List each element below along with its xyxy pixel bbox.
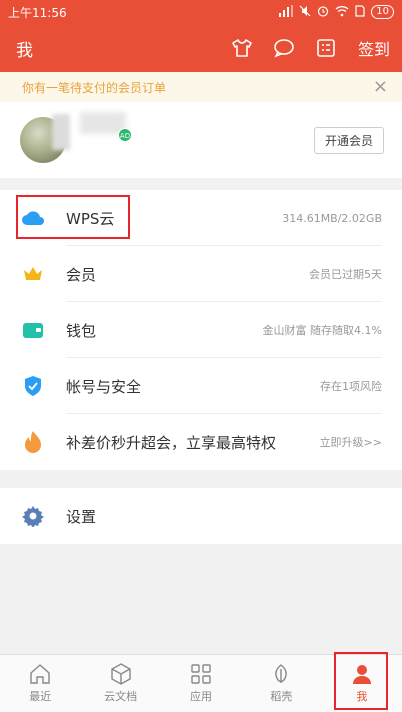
- upgrade-link[interactable]: 立即升级>>: [320, 434, 382, 450]
- leaf-icon: [270, 663, 292, 685]
- pending-order-notice[interactable]: 你有一笔待支付的会员订单 ×: [0, 72, 402, 102]
- notice-text[interactable]: 你有一笔待支付的会员订单: [22, 79, 373, 96]
- signin-button[interactable]: 签到: [358, 36, 390, 60]
- grid-icon: [190, 663, 212, 685]
- gear-icon: [20, 503, 46, 529]
- mute-icon: [299, 5, 311, 20]
- menu-item-value: 金山财富 随存随取4.1%: [262, 324, 382, 337]
- box-icon: [110, 663, 132, 685]
- menu-item-membership[interactable]: 会员 会员已过期5天: [0, 246, 402, 302]
- menu-item-wallet[interactable]: 钱包 金山财富 随存随取4.1%: [0, 302, 402, 358]
- tab-label: 云文档: [104, 690, 138, 703]
- menu-item-settings[interactable]: 设置: [0, 488, 402, 544]
- close-icon[interactable]: ×: [373, 78, 388, 96]
- tab-cloud-docs[interactable]: 云文档: [80, 655, 160, 712]
- status-time: 上午11:56: [8, 5, 67, 20]
- menu-item-account-security[interactable]: 帐号与安全 存在1项风险: [0, 358, 402, 414]
- tab-label: 最近: [29, 690, 52, 703]
- wifi-icon: [335, 5, 349, 20]
- crown-icon: [20, 261, 46, 287]
- menu-item-label: 会员: [66, 265, 97, 284]
- home-icon: [29, 663, 51, 685]
- highlight-box-wps-cloud: [16, 195, 130, 239]
- account-badge: AD: [118, 128, 132, 142]
- tab-docer[interactable]: 稻壳: [241, 655, 321, 712]
- wallet-icon: [20, 317, 46, 343]
- menu-item-label: 补差价秒升超会，立享最高特权: [66, 433, 277, 452]
- page-title: 我: [16, 40, 33, 61]
- tab-recent[interactable]: 最近: [0, 655, 80, 712]
- status-bar: 上午11:56 10: [0, 0, 402, 24]
- menu-item-value: 存在1项风险: [320, 380, 382, 393]
- app-header: 我 签到: [0, 24, 402, 72]
- signal-icon: [279, 4, 294, 20]
- menu-item-label: 钱包: [66, 321, 97, 340]
- checklist-icon[interactable]: [308, 30, 344, 66]
- shield-icon: [20, 373, 46, 399]
- tab-apps[interactable]: 应用: [161, 655, 241, 712]
- tab-label: 稻壳: [270, 690, 293, 703]
- open-vip-button[interactable]: 开通会员: [313, 126, 384, 154]
- battery-indicator: 10: [371, 5, 394, 19]
- menu-item-label: 帐号与安全: [66, 377, 142, 396]
- menu-item-label: 设置: [66, 507, 97, 526]
- menu-item-upgrade[interactable]: 补差价秒升超会，立享最高特权 立即升级>>: [0, 414, 402, 470]
- menu-item-value: 314.61MB/2.02GB: [282, 211, 382, 225]
- menu-item-value: 会员已过期5天: [309, 268, 382, 281]
- message-icon[interactable]: [266, 30, 302, 66]
- shirt-icon[interactable]: [224, 30, 260, 66]
- flame-icon: [20, 429, 46, 455]
- profile-card[interactable]: AD 开通会员: [0, 102, 402, 178]
- alarm-icon: [317, 5, 329, 20]
- username-blurred: [52, 114, 70, 150]
- sim-icon: [355, 4, 365, 20]
- highlight-box-tab-me: [334, 652, 388, 710]
- settings-list: 设置: [0, 488, 402, 544]
- tab-label: 应用: [190, 690, 213, 703]
